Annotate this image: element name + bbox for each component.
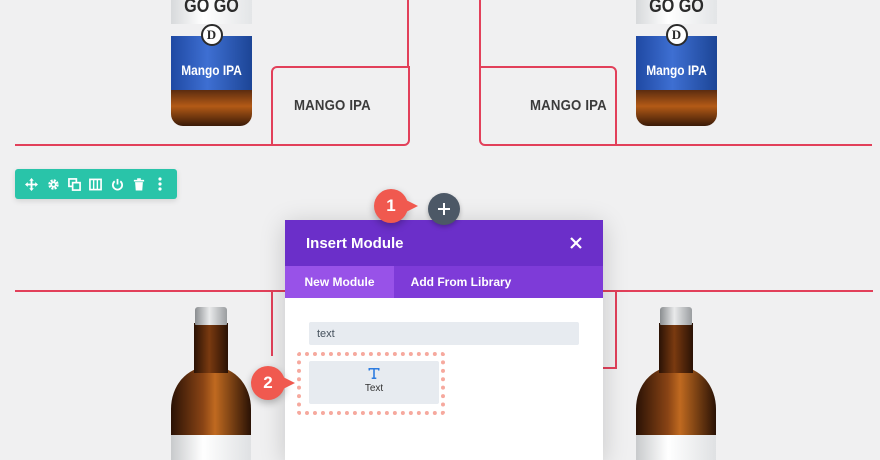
layout-line bbox=[603, 290, 873, 292]
layout-line bbox=[15, 144, 273, 146]
modal-tabs: New Module Add From Library bbox=[285, 266, 603, 298]
beer-bottle-image: GO GO D Mango IPA bbox=[171, 0, 252, 126]
product-title: MANGO IPA bbox=[294, 97, 371, 114]
power-icon[interactable] bbox=[109, 176, 125, 192]
bottle-logo-icon: D bbox=[200, 24, 223, 46]
gear-icon[interactable] bbox=[45, 176, 61, 192]
product-title: MANGO IPA bbox=[530, 97, 607, 114]
layout-line bbox=[615, 290, 617, 368]
modal-header: Insert Module bbox=[285, 220, 603, 266]
module-highlight-outline bbox=[297, 352, 445, 415]
layout-line bbox=[479, 0, 481, 66]
duplicate-icon[interactable] bbox=[67, 176, 83, 192]
bottle-brand-text: GO GO bbox=[649, 0, 704, 17]
insert-module-modal: Insert Module New Module Add From Librar… bbox=[285, 220, 603, 460]
layout-line bbox=[15, 290, 285, 292]
layout-line bbox=[616, 144, 872, 146]
move-icon[interactable] bbox=[24, 176, 40, 192]
more-icon[interactable] bbox=[152, 176, 168, 192]
modal-title: Insert Module bbox=[306, 235, 404, 252]
layout-line bbox=[407, 0, 409, 66]
tab-add-from-library[interactable]: Add From Library bbox=[394, 266, 528, 298]
row-settings-toolbar bbox=[15, 169, 177, 199]
callout-step-one: 1 bbox=[374, 189, 418, 223]
beer-bottle-image bbox=[636, 307, 716, 460]
add-module-button[interactable] bbox=[428, 193, 460, 225]
plus-icon bbox=[438, 203, 450, 215]
beer-bottle-image: GO GO D Mango IPA bbox=[636, 0, 717, 126]
beer-bottle-image bbox=[171, 307, 251, 460]
tab-new-module[interactable]: New Module bbox=[285, 266, 394, 298]
close-icon[interactable] bbox=[567, 234, 585, 252]
bottle-brand-text: GO GO bbox=[184, 0, 239, 17]
module-search-input[interactable] bbox=[309, 322, 579, 345]
columns-icon[interactable] bbox=[88, 176, 104, 192]
bottle-flavor-text: Mango IPA bbox=[181, 62, 242, 78]
layout-line bbox=[271, 290, 273, 356]
bottle-flavor-text: Mango IPA bbox=[646, 62, 707, 78]
callout-step-two: 2 bbox=[251, 366, 295, 400]
layout-line bbox=[603, 367, 617, 369]
trash-icon[interactable] bbox=[131, 176, 147, 192]
bottle-logo-icon: D bbox=[665, 24, 688, 46]
